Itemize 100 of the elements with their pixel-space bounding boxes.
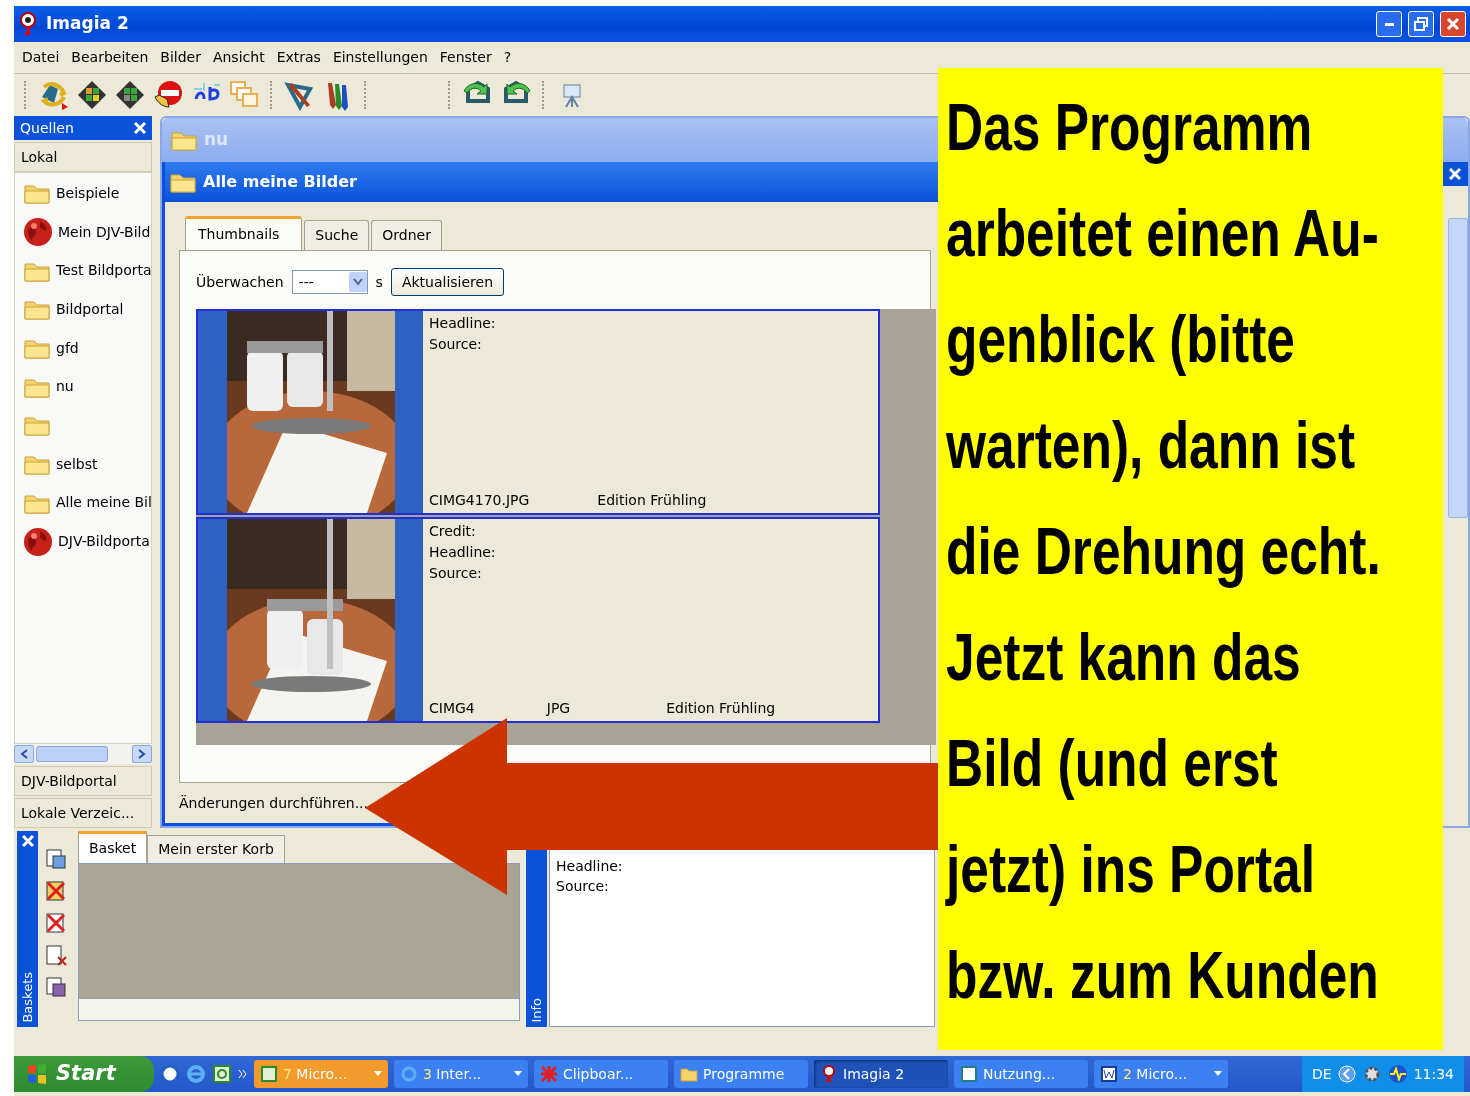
menu-item[interactable]: Fenster [433,47,498,68]
basket-delete-icon[interactable] [44,879,68,903]
refresh-button[interactable]: Aktualisieren [390,268,505,296]
menu-item[interactable]: ? [497,47,518,68]
paint-icon [540,1065,558,1083]
tiles-icon[interactable] [76,79,108,111]
restore-button[interactable] [1408,11,1434,37]
tree-item[interactable]: nu [56,376,74,398]
field-label: Source: [556,877,610,897]
menu-item[interactable]: Bearbeiten [65,47,155,68]
image-row[interactable]: Headline: Source: CIMG4170.JPG Edition Frühling [196,309,880,515]
taskbar-button[interactable]: Clipboar... [534,1060,668,1088]
tab[interactable]: Mein erster Korb [147,835,285,863]
callout-text: genblick (bitte [946,300,1295,378]
field-label: Source: [429,335,483,354]
globe-icon [23,217,53,248]
callout-text: Das Programm [946,88,1313,166]
tab[interactable]: Ordner [371,220,442,250]
tiles-icon[interactable] [114,79,146,111]
ie-icon[interactable] [186,1064,206,1084]
chevron-down-icon [352,278,363,286]
menu-item[interactable]: Ansicht [206,47,271,68]
windows-flag-icon [26,1063,48,1085]
field-label: Headline: [429,314,497,333]
field-label: Credit: [429,522,477,541]
menu-item[interactable]: Datei [16,47,66,68]
tree-item[interactable]: Alle meine Bil [56,492,151,514]
image-row[interactable]: Credit: Headline: Source: CIMG4 JPG Edition Frühling [196,517,880,723]
chevron-left-icon [20,749,28,759]
basket-add-icon[interactable] [44,847,68,871]
pencil-icon[interactable] [284,79,316,111]
panel-title: Info [527,998,545,1023]
taskbar-button[interactable]: Programme [674,1060,808,1088]
tab[interactable]: Suche [304,220,370,250]
tree-item[interactable]: Test Bildporta [56,260,151,282]
close-button[interactable] [1440,11,1466,37]
stop-hand-icon[interactable] [152,79,184,111]
monitor-label: Überwachen [196,272,284,292]
tree-item[interactable]: Mein DJV-Bild [58,221,151,243]
caret-icon [1214,1071,1222,1077]
taskbar-button[interactable]: 2 Micro... [1094,1060,1228,1088]
status-text: Änderungen durchführen... [179,793,369,813]
close-icon[interactable] [21,835,34,847]
section-header[interactable]: Lokale Verzeic... [14,798,152,828]
pulse-icon[interactable] [1387,1064,1408,1084]
scrollbar[interactable] [1448,218,1468,518]
scroll-thumb[interactable] [36,746,108,762]
scroll-right-button[interactable] [132,745,152,763]
menu-item[interactable]: Bilder [154,47,207,68]
outlook-icon[interactable] [212,1064,232,1084]
tab[interactable]: Basket [78,831,148,863]
window-title: Alle meine Bilder [203,171,357,193]
close-icon[interactable] [134,122,146,134]
tab[interactable]: Thumbnails [185,216,303,250]
close-button[interactable] [1442,162,1468,186]
restore-icon [1414,17,1428,31]
minimize-button[interactable] [1376,11,1402,37]
remove-icon[interactable] [44,911,68,935]
tree-item[interactable]: selbst [56,453,98,475]
chevron-left-icon[interactable] [1337,1065,1356,1083]
caret-icon [514,1071,522,1077]
arrows-icon[interactable] [38,79,70,111]
clock: 11:34 [1413,1064,1454,1084]
chevron-right-icon [138,749,146,759]
field-label: Headline: [556,857,624,876]
basket-copy-icon[interactable] [44,975,68,999]
menu-item[interactable]: Extras [270,47,327,68]
field-label: Source: [429,564,483,583]
callout-text: Jetzt kann das [946,618,1301,696]
tree-item[interactable]: Beispiele [56,182,120,204]
taskbar-button[interactable]: Nutzung... [954,1060,1088,1088]
menu-item[interactable]: Einstellungen [326,47,434,68]
callout-text: die Drehung echt. [946,512,1381,590]
tree-item[interactable]: Bildportal [56,298,124,320]
chevron-double-icon[interactable] [238,1069,248,1079]
globe-icon [23,526,53,557]
tree-item[interactable]: gfd [56,337,79,359]
taskbar-button[interactable]: Imagia 2 [814,1060,948,1088]
field-label: Headline: [429,543,497,562]
caret-icon [374,1071,382,1077]
scrollbar[interactable] [78,999,520,1021]
interval-dropdown[interactable]: --- [291,270,368,294]
window-title: Imagia 2 [46,12,129,36]
ie-icon [400,1065,418,1083]
tree-item[interactable]: DJV-Bildporta [58,531,150,553]
app-icon [820,1065,838,1083]
scroll-left-button[interactable] [14,745,34,763]
callout-text: arbeitet einen Au- [946,194,1379,272]
minimize-icon [1384,22,1394,26]
section-header[interactable]: Lokal [14,142,152,172]
edition-label: Edition Frühling [597,491,707,510]
page-cut-icon[interactable] [44,943,68,967]
window-icon [260,1065,278,1083]
taskbar-button[interactable]: 3 Inter... [394,1060,528,1088]
edition-label: Edition Frühling [666,699,776,718]
window-icon [960,1065,978,1083]
panel-title: Quellen [20,118,74,138]
section-header[interactable]: DJV-Bildportal [14,766,152,796]
document-icon [1100,1065,1118,1083]
start-button[interactable]: Start [14,1056,154,1092]
